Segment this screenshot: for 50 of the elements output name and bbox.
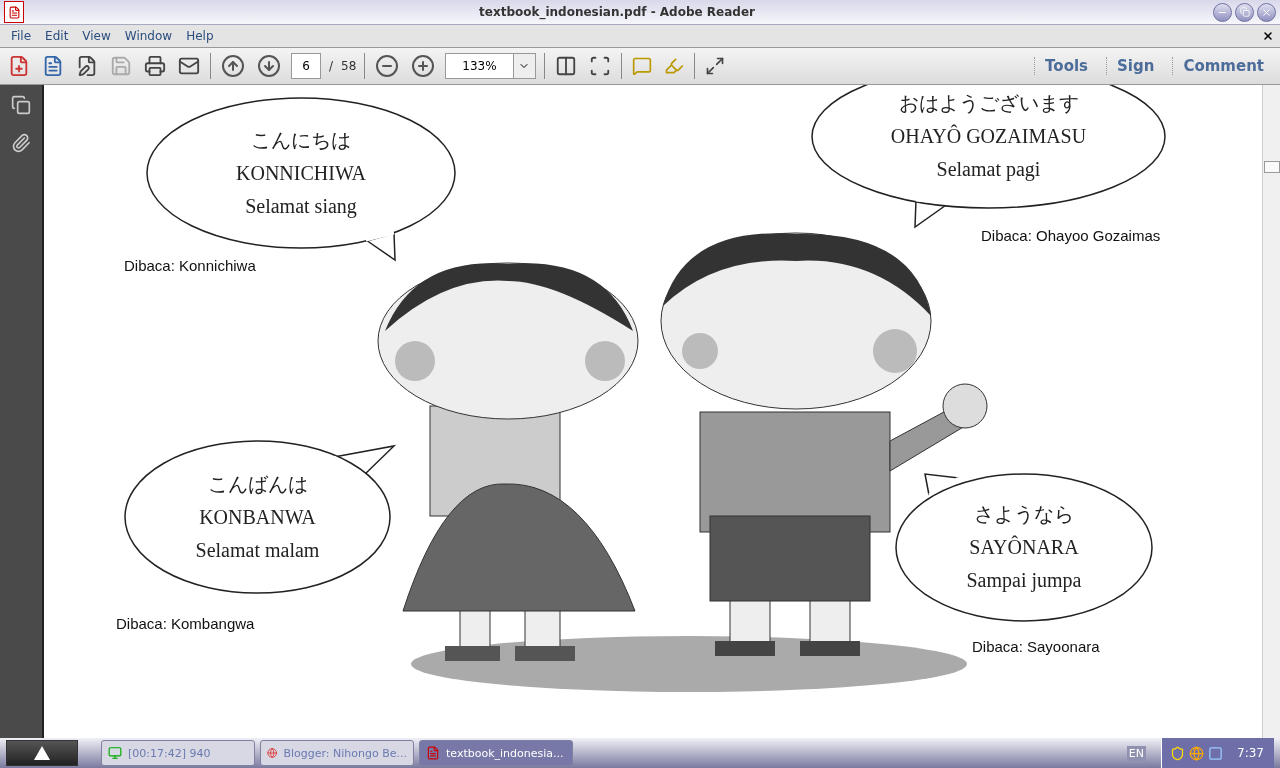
bubble-text: Selamat malam: [195, 537, 320, 563]
vertical-scrollbar[interactable]: [1262, 85, 1280, 738]
app-icon: [4, 1, 24, 23]
dropdown-button[interactable]: [512, 54, 535, 78]
page-count: 58: [341, 59, 357, 73]
document-icon: [426, 746, 440, 760]
menu-item[interactable]: Edit: [38, 29, 76, 43]
window-title: textbook_indonesian.pdf - Adobe Reader: [478, 5, 756, 19]
bubble-text: こんばんは: [207, 471, 308, 497]
pages-icon[interactable]: [9, 93, 33, 117]
start-button[interactable]: [6, 740, 78, 766]
restore-button[interactable]: [1235, 2, 1254, 22]
close-icon: [1261, 6, 1272, 18]
pronunciation-caption: Dibaca: Kombangwa: [116, 615, 255, 632]
minimize-button[interactable]: [1213, 2, 1232, 22]
bubble-text: おはようございます: [898, 91, 1079, 116]
bubble-text: こんにちは: [251, 127, 351, 153]
bubble-text: Selamat pagi: [936, 157, 1041, 183]
page-separator: /: [329, 59, 334, 73]
restore-icon: [1239, 7, 1250, 17]
menu-item[interactable]: Help: [179, 29, 221, 43]
bubble-text: さようなら: [974, 502, 1074, 527]
menu-item[interactable]: View: [75, 29, 118, 43]
page-number-field[interactable]: 6: [291, 53, 321, 79]
close-button[interactable]: [1257, 2, 1276, 22]
globe-icon: [267, 746, 278, 760]
triangle-icon: [34, 746, 50, 760]
pronunciation-caption: Dibaca: Konnichiwa: [124, 257, 256, 274]
taskbar-button[interactable]: textbook_indonesia...: [419, 740, 573, 766]
shield-icon[interactable]: [1170, 745, 1186, 761]
bubble-text: KONNICHIWA: [236, 160, 366, 186]
menu-item[interactable]: File: [4, 29, 39, 43]
panel-tab[interactable]: Comment: [1172, 57, 1274, 75]
print-button[interactable]: [142, 53, 168, 79]
bubble-text: Sampai jumpa: [966, 568, 1082, 594]
clock: 7:37: [1237, 746, 1264, 760]
menu-item[interactable]: Window: [117, 29, 180, 43]
panel-tab[interactable]: Tools: [1034, 57, 1098, 75]
close-icon: [1262, 30, 1274, 42]
monitor-icon: [108, 746, 122, 760]
zoom-field[interactable]: 133%: [445, 53, 536, 79]
previous-page-button[interactable]: [219, 52, 247, 80]
bubble-text: Selamat siang: [245, 193, 357, 220]
pronunciation-caption: Dibaca: Sayoonara: [972, 638, 1100, 655]
next-page-button[interactable]: [255, 52, 283, 80]
panel-tab[interactable]: Sign: [1106, 57, 1165, 75]
bubble-text: KONBANWA: [199, 504, 316, 530]
bubble-text: OHAYÔ GOZAIMASU: [890, 123, 1087, 149]
pronunciation-caption: Dibaca: Ohayoo Gozaimas: [981, 227, 1161, 244]
bubble-text: SAYÔNARA: [969, 534, 1079, 560]
